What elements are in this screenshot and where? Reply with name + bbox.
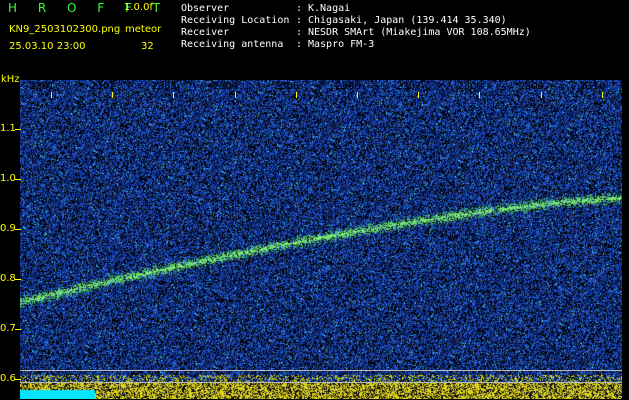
hline-upper: [20, 370, 622, 371]
info-value: K.Nagai: [308, 3, 351, 14]
x-tick-label: 2307: [396, 81, 422, 92]
y-tick-label: 1.0: [0, 173, 16, 184]
x-tick-mark: [479, 92, 481, 98]
meteor-count: 32: [141, 41, 154, 52]
x-tick-label: 2302: [90, 81, 116, 92]
x-tick-mark: [601, 92, 603, 98]
x-tick-mark: [173, 92, 175, 98]
y-tick-label: 1.1: [0, 123, 16, 134]
x-tick-label: 2301: [29, 81, 55, 92]
info-label: Receiver: [181, 27, 230, 38]
y-tick-mark: [15, 329, 21, 330]
x-tick-label: 2308: [457, 81, 483, 92]
y-tick-mark: [15, 129, 21, 130]
x-tick-label: 2304: [212, 81, 239, 92]
x-tick-mark: [540, 92, 542, 98]
info-label: Receiving Location: [181, 15, 290, 26]
x-tick-label: 2306: [335, 81, 361, 92]
y-tick-mark: [15, 279, 21, 280]
y-tick-label: 0.6: [0, 373, 16, 384]
y-axis-unit: kHz: [1, 74, 20, 85]
info-value: Maspro FM-3: [308, 39, 375, 50]
y-tick-label: 0.9: [0, 223, 16, 234]
x-tick-mark: [234, 92, 236, 98]
x-tick-label: 2310: [579, 81, 606, 92]
y-tick-label: 0.7: [0, 323, 16, 334]
info-value: Chigasaki, Japan (139.414 35.340): [308, 15, 507, 26]
y-tick-mark: [15, 229, 21, 230]
x-tick-mark: [418, 92, 420, 98]
x-tick-mark: [295, 92, 297, 98]
y-tick-mark: [15, 179, 21, 180]
info-label: Receiving antenna: [181, 39, 284, 50]
info-row-antenna: Receiving antenna: Maspro FM-3: [181, 39, 375, 50]
info-value: NESDR SMArt (Miakejima VOR 108.65MHz): [308, 27, 531, 38]
x-tick-mark: [51, 92, 52, 98]
x-tick-label: 2309: [518, 81, 545, 92]
info-row-location: Receiving Location: Chigasaki, Japan (139…: [181, 15, 507, 26]
hline-lower: [20, 382, 622, 383]
x-tick-label: 2303: [151, 81, 177, 92]
y-tick-mark: [15, 379, 21, 380]
x-tick-mark: [357, 92, 358, 98]
datetime-label: 25.03.10 23:00: [9, 41, 86, 52]
spectrogram-canvas: [20, 80, 622, 399]
x-tick-mark: [112, 92, 114, 98]
version-label: 1.0.0f: [124, 2, 153, 13]
y-tick-label: 0.8: [0, 273, 16, 284]
meteor-label: meteor: [125, 24, 162, 35]
spectrogram-plot: [20, 80, 622, 399]
filename-label: KN9_2503102300.png: [9, 24, 121, 35]
info-row-receiver: Receiver: NESDR SMArt (Miakejima VOR 108.…: [181, 27, 531, 38]
info-row-observer: Observer: K.Nagai: [181, 3, 351, 14]
x-tick-label: 2305: [273, 81, 300, 92]
info-label: Observer: [181, 3, 230, 14]
